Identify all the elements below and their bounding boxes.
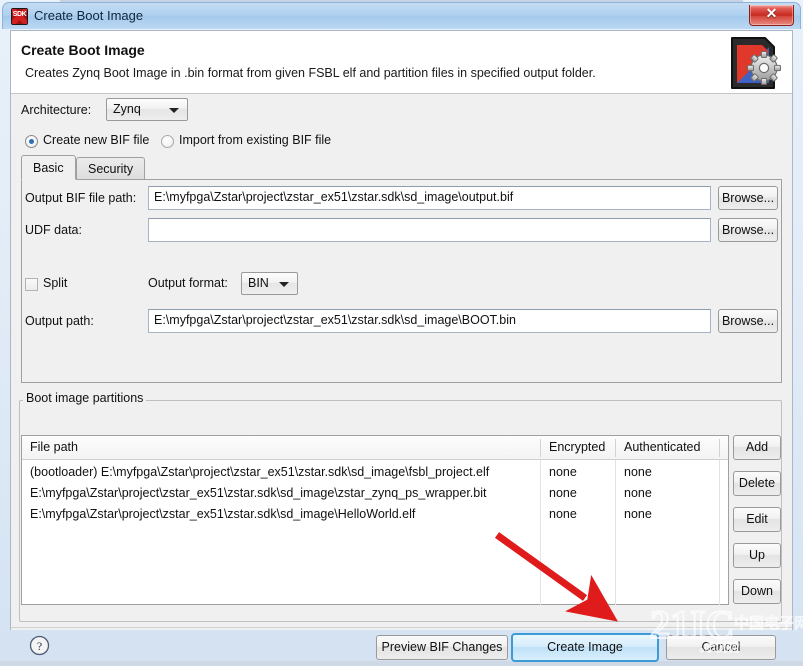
column-header-authenticated[interactable]: Authenticated [624, 440, 700, 454]
add-partition-button[interactable]: Add [733, 435, 781, 460]
column-header-file-path[interactable]: File path [30, 440, 78, 454]
output-path-label: Output path: [25, 314, 94, 328]
table-row[interactable]: E:\myfpga\Zstar\project\zstar_ex51\zstar… [22, 504, 728, 525]
help-icon[interactable]: ? [29, 635, 50, 656]
sdk-icon-label: SDK [12, 11, 27, 18]
cell-file-path: (bootloader) E:\myfpga\Zstar\project\zst… [30, 465, 490, 479]
cell-encrypted: none [549, 486, 577, 500]
sd-card-gear-icon [726, 34, 784, 91]
preview-bif-changes-button[interactable]: Preview BIF Changes [376, 635, 508, 660]
partitions-table[interactable]: File path Encrypted Authenticated (bootl… [21, 435, 729, 605]
table-row[interactable]: E:\myfpga\Zstar\project\zstar_ex51\zstar… [22, 483, 728, 504]
output-path-browse-label: Browse... [721, 314, 775, 328]
delete-partition-label: Delete [738, 476, 776, 490]
page-description: Creates Zynq Boot Image in .bin format f… [25, 66, 596, 80]
dialog-body: Architecture: Zynq Create new BIF file I… [11, 95, 792, 662]
cell-encrypted: none [549, 465, 577, 479]
svg-text:?: ? [37, 639, 42, 653]
output-path-browse-button[interactable]: Browse... [718, 309, 778, 333]
output-path-input[interactable]: E:\myfpga\Zstar\project\zstar_ex51\zstar… [148, 309, 711, 333]
edit-partition-label: Edit [746, 512, 768, 526]
cell-authenticated: none [624, 507, 652, 521]
output-bif-browse-button[interactable]: Browse... [718, 186, 778, 210]
radio-import-existing-bif-indicator [161, 135, 174, 148]
output-format-value: BIN [248, 276, 269, 290]
partitions-table-header: File path Encrypted Authenticated [22, 436, 728, 460]
create-image-label: Create Image [547, 640, 623, 654]
cancel-label: Cancel [701, 640, 741, 654]
footer-divider [11, 627, 792, 628]
architecture-select[interactable]: Zynq [106, 98, 188, 121]
output-bif-input[interactable]: E:\myfpga\Zstar\project\zstar_ex51\zstar… [148, 186, 711, 210]
create-boot-image-window: SDK Create Boot Image ✕ Create Boot Imag… [0, 0, 803, 662]
move-up-button[interactable]: Up [733, 543, 781, 568]
tab-basic[interactable]: Basic [21, 155, 76, 180]
cell-authenticated: none [624, 465, 652, 479]
column-header-encrypted[interactable]: Encrypted [549, 440, 605, 454]
cell-encrypted: none [549, 507, 577, 521]
close-icon: ✕ [765, 7, 778, 22]
tab-security[interactable]: Security [76, 157, 146, 179]
udf-data-browse-label: Browse... [721, 223, 775, 237]
add-partition-label: Add [745, 440, 769, 454]
title-bar: SDK Create Boot Image ✕ [2, 2, 801, 29]
preview-bif-changes-label: Preview BIF Changes [381, 640, 503, 654]
dialog-header: Create Boot Image Creates Zynq Boot Imag… [11, 31, 792, 94]
radio-create-new-bif-label: Create new BIF file [43, 133, 150, 147]
split-checkbox[interactable] [25, 278, 38, 291]
output-format-label: Output format: [148, 276, 228, 290]
output-bif-label: Output BIF file path: [25, 191, 137, 205]
split-label: Split [43, 276, 68, 290]
move-down-button[interactable]: Down [733, 579, 781, 604]
move-up-label: Up [749, 548, 765, 562]
create-image-button[interactable]: Create Image [511, 633, 659, 662]
move-down-label: Down [741, 584, 773, 598]
table-row[interactable]: (bootloader) E:\myfpga\Zstar\project\zst… [22, 462, 728, 483]
page-title: Create Boot Image [21, 42, 145, 58]
close-button[interactable]: ✕ [749, 5, 794, 26]
partitions-group-label: Boot image partitions [23, 391, 147, 405]
radio-import-existing-bif-label: Import from existing BIF file [179, 133, 332, 147]
dialog-client-area: Create Boot Image Creates Zynq Boot Imag… [10, 30, 793, 662]
cell-file-path: E:\myfpga\Zstar\project\zstar_ex51\zstar… [30, 507, 416, 521]
edit-partition-button[interactable]: Edit [733, 507, 781, 532]
radio-create-new-bif-indicator [25, 135, 38, 148]
cell-authenticated: none [624, 486, 652, 500]
udf-data-label: UDF data: [25, 223, 82, 237]
tab-bar: Basic Security [21, 155, 782, 180]
udf-data-browse-button[interactable]: Browse... [718, 218, 778, 242]
cell-file-path: E:\myfpga\Zstar\project\zstar_ex51\zstar… [30, 486, 487, 500]
window-title: Create Boot Image [34, 8, 144, 23]
delete-partition-button[interactable]: Delete [733, 471, 781, 496]
sdk-icon: SDK [11, 8, 28, 25]
chevron-down-icon [279, 282, 289, 287]
udf-data-input[interactable] [148, 218, 711, 242]
cancel-button[interactable]: Cancel [666, 635, 776, 660]
architecture-label: Architecture: [21, 103, 92, 117]
architecture-value: Zynq [113, 102, 141, 116]
output-bif-browse-label: Browse... [721, 191, 775, 205]
chevron-down-icon [169, 108, 179, 113]
output-format-select[interactable]: BIN [241, 272, 298, 295]
